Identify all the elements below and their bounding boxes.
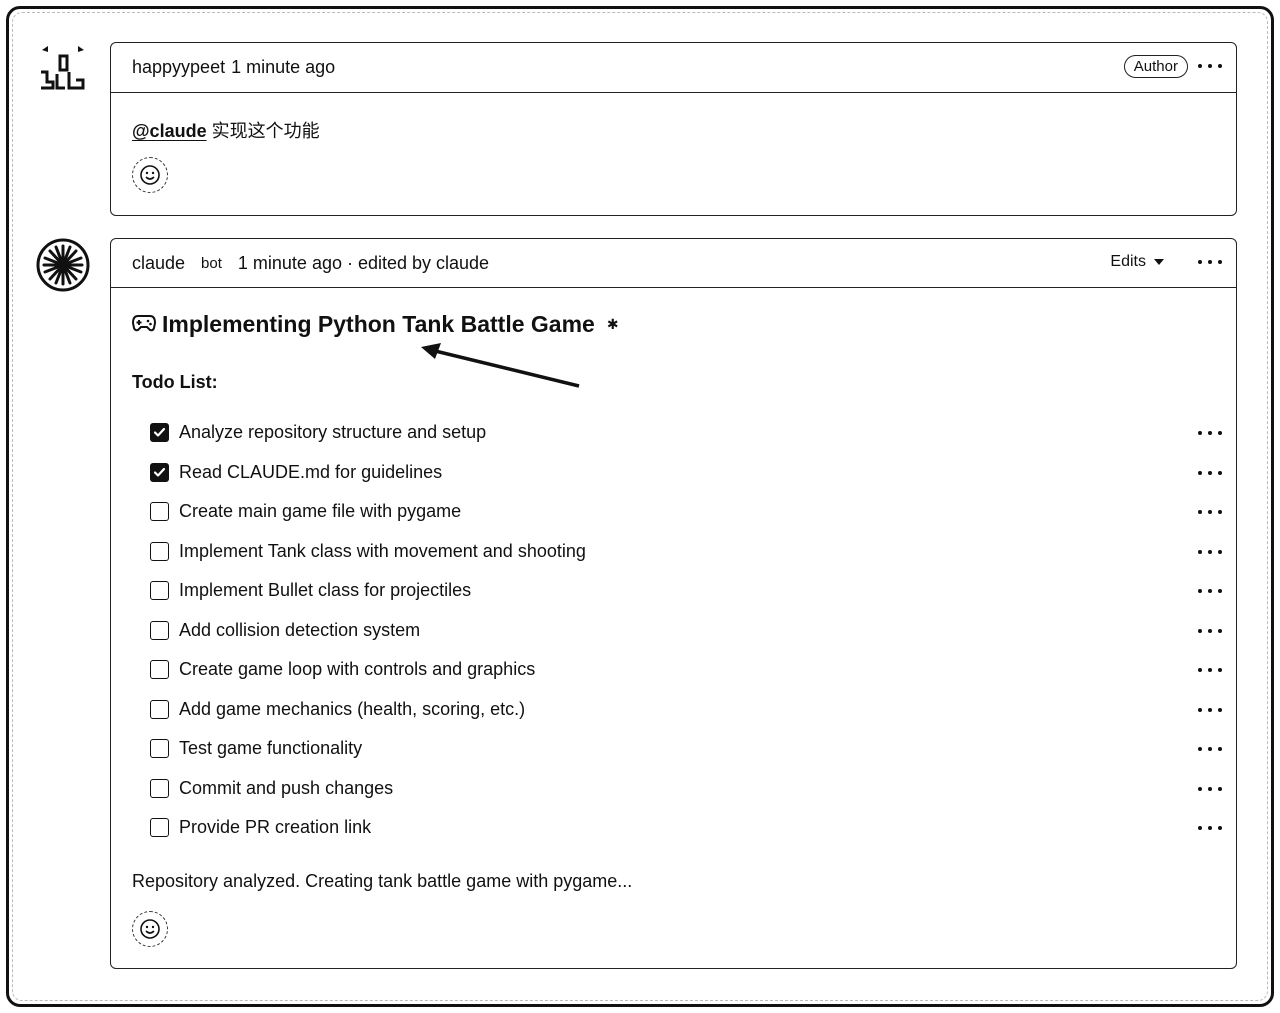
comment-edit-meta[interactable]: 1 minute ago · edited by claude (238, 253, 489, 274)
todo-item: Implement Tank class with movement and s… (150, 532, 1222, 572)
comment-timestamp[interactable]: 1 minute ago (231, 57, 335, 78)
annotation-arrow-icon (421, 343, 580, 388)
todo-item: Create game loop with controls and graph… (150, 650, 1222, 690)
todo-item: Test game functionality (150, 729, 1222, 769)
author-badge: Author (1123, 55, 1188, 78)
todo-item: Add collision detection system (150, 611, 1222, 651)
comment-author-name[interactable]: happyypeet (132, 57, 225, 78)
edits-label: Edits (1110, 253, 1146, 270)
comment-header: claude bot 1 minute ago · edited by clau… (111, 239, 1236, 288)
todo-more-icon[interactable] (1198, 423, 1222, 443)
todo-item: Analyze repository structure and setup (150, 413, 1222, 453)
todo-label: Read CLAUDE.md for guidelines (179, 461, 443, 482)
smiley-icon (140, 165, 160, 185)
todo-checkbox[interactable] (150, 699, 169, 719)
caret-down-icon (1154, 259, 1164, 265)
todo-more-icon[interactable] (1198, 542, 1222, 562)
todo-label: Implement Bullet class for projectiles (179, 580, 472, 601)
todo-label: Provide PR creation link (179, 817, 372, 838)
todo-item: Read CLAUDE.md for guidelines (150, 453, 1222, 493)
comment-message: 实现这个功能 (211, 121, 320, 141)
todo-item: Provide PR creation link (150, 808, 1222, 848)
todo-checkbox[interactable] (150, 502, 169, 522)
todo-item: Add game mechanics (health, scoring, etc… (150, 690, 1222, 730)
comment-card-claude: claude bot 1 minute ago · edited by clau… (110, 238, 1237, 969)
bot-label: bot (201, 254, 222, 272)
smiley-icon (140, 919, 160, 939)
todo-label: Add collision detection system (179, 619, 421, 640)
todo-label: Analyze repository structure and setup (179, 422, 487, 443)
more-options-icon[interactable] (1198, 252, 1222, 272)
comment-body: @claude 实现这个功能 (111, 93, 1236, 193)
heading-text: Implementing Python Tank Battle Game (162, 311, 595, 337)
todo-checkbox[interactable] (150, 778, 169, 798)
todo-label: Create main game file with pygame (179, 501, 462, 522)
comment-header: happyypeet 1 minute ago Author (111, 43, 1236, 93)
todo-checkbox[interactable] (150, 423, 169, 443)
todo-more-icon[interactable] (1198, 700, 1222, 720)
edits-dropdown[interactable]: Edits (1110, 253, 1164, 271)
todo-more-icon[interactable] (1198, 818, 1222, 838)
add-reaction-button[interactable] (132, 911, 168, 947)
todo-label: Test game functionality (179, 738, 363, 759)
comment-card-author: happyypeet 1 minute ago Author @claude 实… (110, 42, 1237, 216)
todo-list: Analyze repository structure and setup R… (150, 413, 1222, 848)
gamepad-icon (131, 312, 157, 338)
todo-item: Create main game file with pygame (150, 492, 1222, 532)
claude-logo-icon (36, 238, 90, 292)
todo-more-icon[interactable] (1198, 660, 1222, 680)
claude-avatar[interactable] (36, 238, 90, 292)
todo-checkbox[interactable] (150, 462, 169, 482)
todo-label: Add game mechanics (health, scoring, etc… (179, 698, 526, 719)
user-avatar[interactable] (36, 42, 90, 96)
todo-item: Implement Bullet class for projectiles (150, 571, 1222, 611)
todo-label: Implement Tank class with movement and s… (179, 540, 586, 561)
todo-more-icon[interactable] (1198, 463, 1222, 483)
todo-label: Create game loop with controls and graph… (179, 659, 536, 680)
todo-checkbox[interactable] (150, 660, 169, 680)
checkmark-icon (153, 428, 166, 437)
todo-label: Commit and push changes (179, 777, 394, 798)
todo-more-icon[interactable] (1198, 739, 1222, 759)
pixel-avatar-icon (41, 46, 85, 90)
todo-checkbox[interactable] (150, 541, 169, 561)
todo-checkbox[interactable] (150, 620, 169, 640)
todo-more-icon[interactable] (1198, 581, 1222, 601)
todo-checkbox[interactable] (150, 581, 169, 601)
add-reaction-button[interactable] (132, 157, 168, 193)
status-message: Repository analyzed. Creating tank battl… (132, 871, 633, 891)
todo-more-icon[interactable] (1198, 502, 1222, 522)
todo-more-icon[interactable] (1198, 621, 1222, 641)
checkmark-icon (153, 467, 166, 477)
sparkle-icon: ✱ (606, 316, 619, 332)
comment-author-name[interactable]: claude (132, 253, 185, 274)
todo-checkbox[interactable] (150, 818, 169, 838)
comment-text: @claude 实现这个功能 (132, 117, 1215, 143)
todo-list-title: Todo List: (132, 372, 218, 392)
todo-checkbox[interactable] (150, 739, 169, 759)
mention-link[interactable]: @claude (132, 121, 207, 141)
more-options-icon[interactable] (1198, 56, 1222, 76)
comment-heading: Implementing Python Tank Battle Game ✱ (131, 311, 619, 338)
todo-item: Commit and push changes (150, 769, 1222, 809)
todo-more-icon[interactable] (1198, 779, 1222, 799)
